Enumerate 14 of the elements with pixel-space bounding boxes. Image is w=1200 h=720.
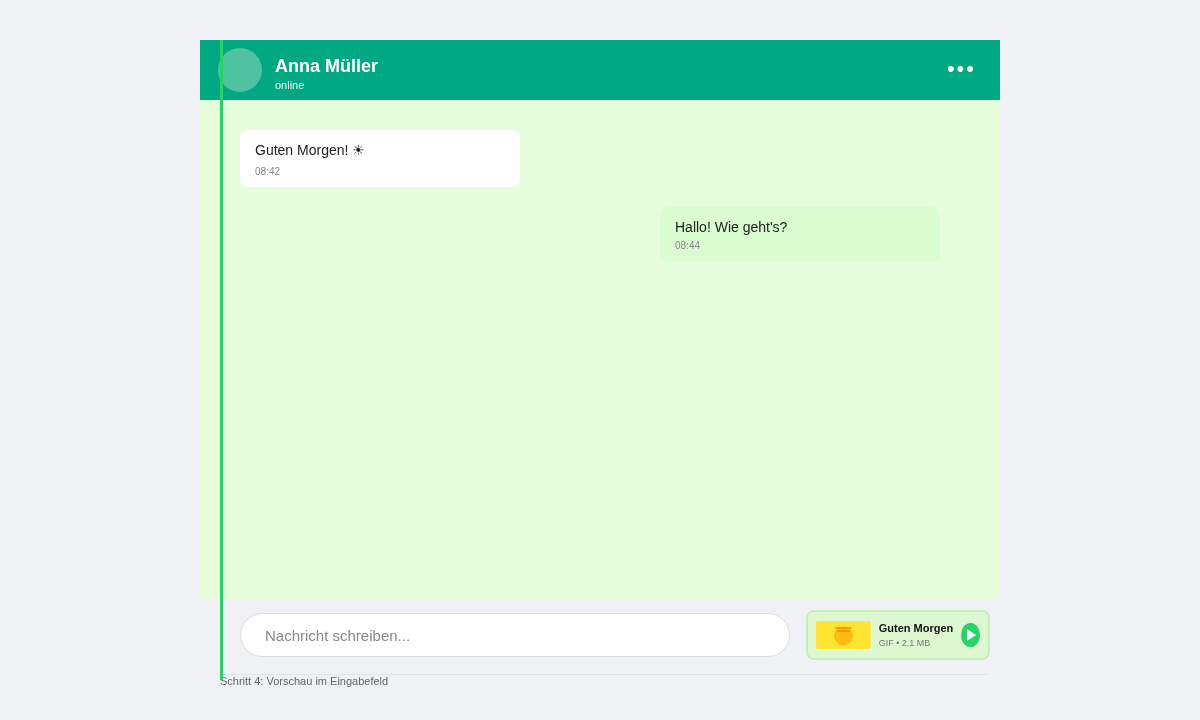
message-text: Guten Morgen! ☀	[255, 142, 367, 158]
play-icon	[965, 629, 976, 641]
avatar	[218, 48, 262, 92]
message-time: 08:42	[255, 166, 282, 177]
step-caption: Schritt 4: Vorschau im Eingabefeld	[220, 674, 988, 687]
message-text: Hallo! Wie geht's?	[675, 219, 789, 235]
contact-status: online	[275, 78, 306, 91]
message-input[interactable]: Nachricht schreiben...	[240, 613, 790, 657]
gif-title: Guten Morgen	[878, 622, 954, 634]
gif-meta: GIF • 2.1 MB	[878, 638, 932, 648]
play-button[interactable]	[961, 623, 980, 647]
gif-preview-card[interactable]: Guten Morgen GIF • 2.1 MB	[806, 610, 990, 660]
message-time: 08:44	[675, 240, 702, 251]
contact-name: Anna Müller	[275, 55, 379, 77]
